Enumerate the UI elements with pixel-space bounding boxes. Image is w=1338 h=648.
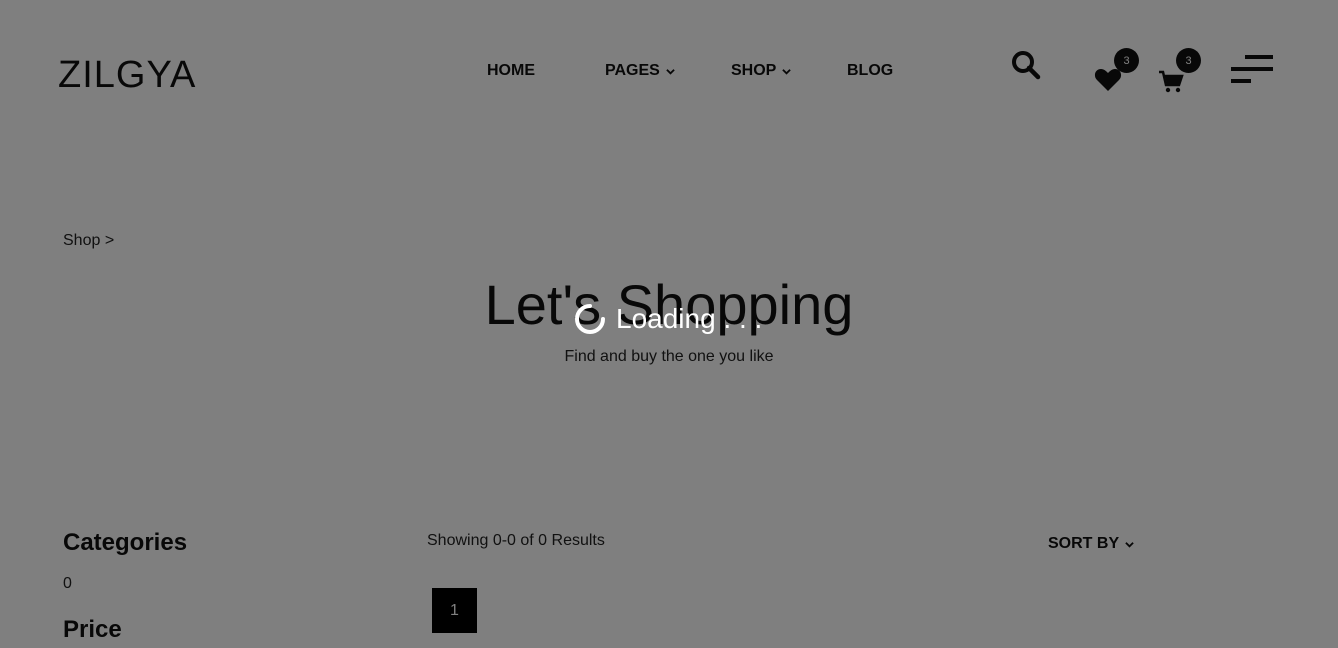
shop-page: ZILGYA HOME PAGES SHOP BLOG	[0, 0, 1338, 648]
spinner-icon	[575, 304, 605, 334]
loading-text: Loading . . .	[616, 303, 763, 334]
loading-indicator: Loading . . .	[574, 303, 762, 335]
